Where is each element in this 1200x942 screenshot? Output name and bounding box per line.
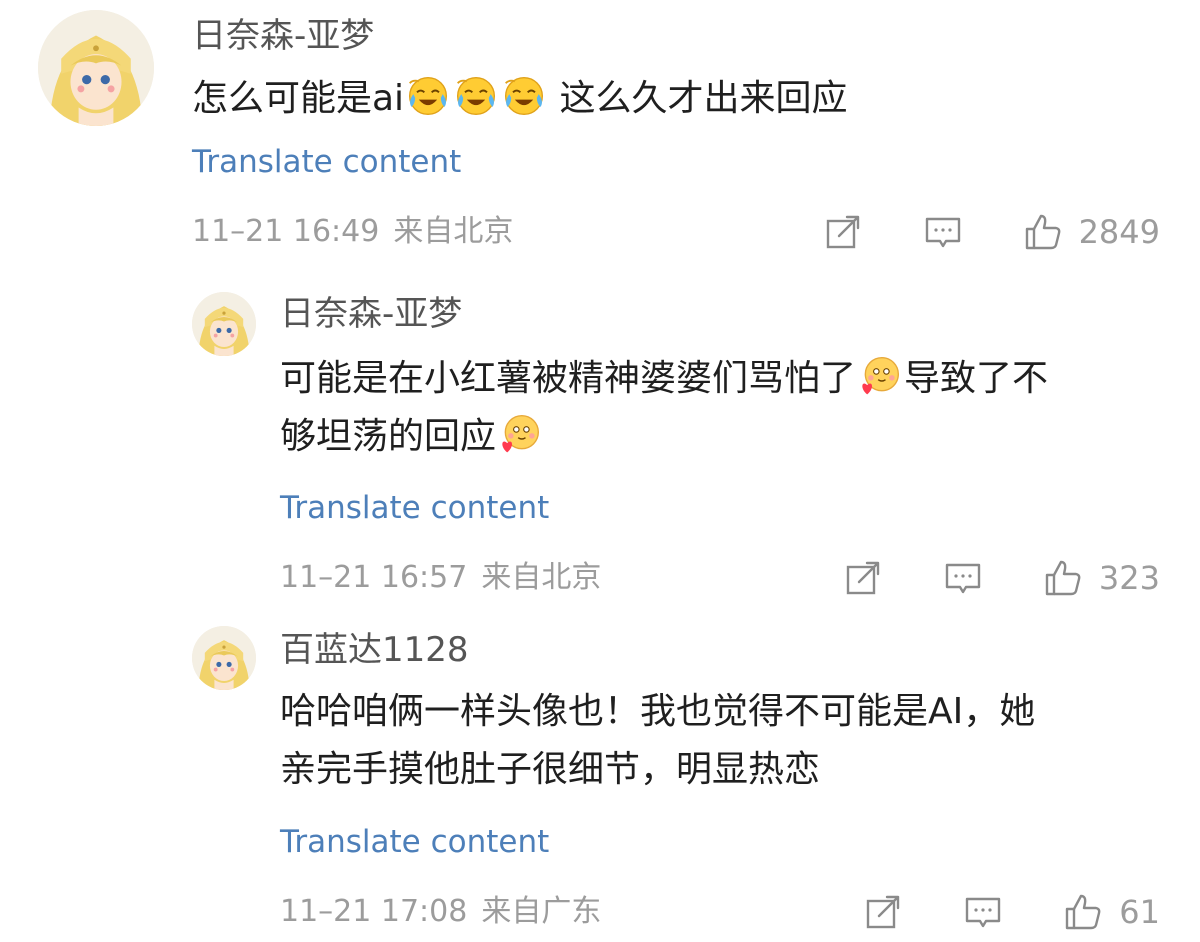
like-button[interactable]: 2849 xyxy=(1023,212,1160,252)
comment-meta: 11–21 16:57 来自北京 xyxy=(280,558,601,598)
translate-link[interactable]: Translate content xyxy=(192,142,461,182)
username[interactable]: 百蓝达1128 xyxy=(280,630,469,670)
comment-text: 怎么可能是ai 这么久才出来回应 xyxy=(192,70,1152,128)
comment-text-part: 够坦荡的回应 xyxy=(280,416,497,457)
reply-button[interactable] xyxy=(943,558,983,598)
like-button[interactable]: 323 xyxy=(1043,558,1160,598)
comment-meta: 11–21 17:08 来自广东 xyxy=(280,892,601,932)
comment-text-part: 怎么可能是ai xyxy=(192,78,405,119)
location: 来自北京 xyxy=(481,560,602,595)
timestamp: 11–21 16:57 xyxy=(280,560,468,595)
reply-button[interactable] xyxy=(963,892,1003,932)
thumbs-up-icon xyxy=(1045,560,1081,596)
laugh-cry-emoji xyxy=(406,74,450,118)
like-count: 2849 xyxy=(1078,213,1160,251)
comment-actions: 323 xyxy=(843,558,1160,598)
comment-actions: 61 xyxy=(863,892,1160,932)
share-icon xyxy=(846,561,880,595)
comment-text-line: 哈哈咱俩一样头像也！我也觉得不可能是AI，她 xyxy=(280,691,1036,732)
share-button[interactable] xyxy=(823,212,863,252)
timestamp: 11–21 17:08 xyxy=(280,894,468,929)
avatar[interactable] xyxy=(192,626,256,690)
comment-text-part: 可能是在小红薯被精神婆婆们骂怕了 xyxy=(280,358,857,399)
comment-meta: 11–21 16:49 来自北京 xyxy=(192,212,513,252)
reply-button[interactable] xyxy=(923,212,963,252)
avatar-image xyxy=(192,292,256,356)
avatar[interactable] xyxy=(192,292,256,356)
comment-text: 可能是在小红薯被精神婆婆们骂怕了 导致了不 够坦荡的回应 xyxy=(280,350,1160,466)
avatar-image xyxy=(38,10,154,126)
share-icon xyxy=(867,895,900,929)
comment-text-line: 亲完手摸他肚子很细节，明显热恋 xyxy=(280,749,821,790)
heart-face-emoji xyxy=(858,354,902,398)
username[interactable]: 日奈森-亚梦 xyxy=(280,294,462,334)
comment-text-part: 导致了不 xyxy=(904,358,1049,399)
laugh-cry-emoji xyxy=(454,74,498,118)
username[interactable]: 日奈森-亚梦 xyxy=(192,16,374,56)
thumbs-up-icon xyxy=(1025,214,1060,250)
comment-icon xyxy=(945,563,981,594)
like-button[interactable]: 61 xyxy=(1063,892,1160,932)
heart-face-emoji xyxy=(498,412,542,456)
comment-icon xyxy=(925,217,960,248)
translate-link[interactable]: Translate content xyxy=(280,488,549,528)
comment-text-part: 这么久才出来回应 xyxy=(548,78,848,119)
comment-text-line: 可能是在小红薯被精神婆婆们骂怕了 导致了不 xyxy=(280,350,1160,408)
comment-icon xyxy=(966,897,1001,928)
avatar[interactable] xyxy=(38,10,154,126)
translate-link[interactable]: Translate content xyxy=(280,822,549,862)
location: 来自北京 xyxy=(393,214,514,249)
thumbs-up-icon xyxy=(1066,894,1101,930)
comment-text-line: 够坦荡的回应 xyxy=(280,408,1160,466)
share-icon xyxy=(826,215,859,249)
like-count: 323 xyxy=(1098,559,1160,597)
comment-actions: 2849 xyxy=(823,212,1160,252)
laugh-cry-emoji xyxy=(502,74,546,118)
share-button[interactable] xyxy=(863,892,903,932)
timestamp: 11–21 16:49 xyxy=(192,214,380,249)
like-count: 61 xyxy=(1119,893,1160,931)
location: 来自广东 xyxy=(481,894,602,929)
comment-text: 哈哈咱俩一样头像也！我也觉得不可能是AI，她 亲完手摸他肚子很细节，明显热恋 xyxy=(280,683,1160,799)
share-button[interactable] xyxy=(843,558,883,598)
avatar-image xyxy=(192,626,256,690)
